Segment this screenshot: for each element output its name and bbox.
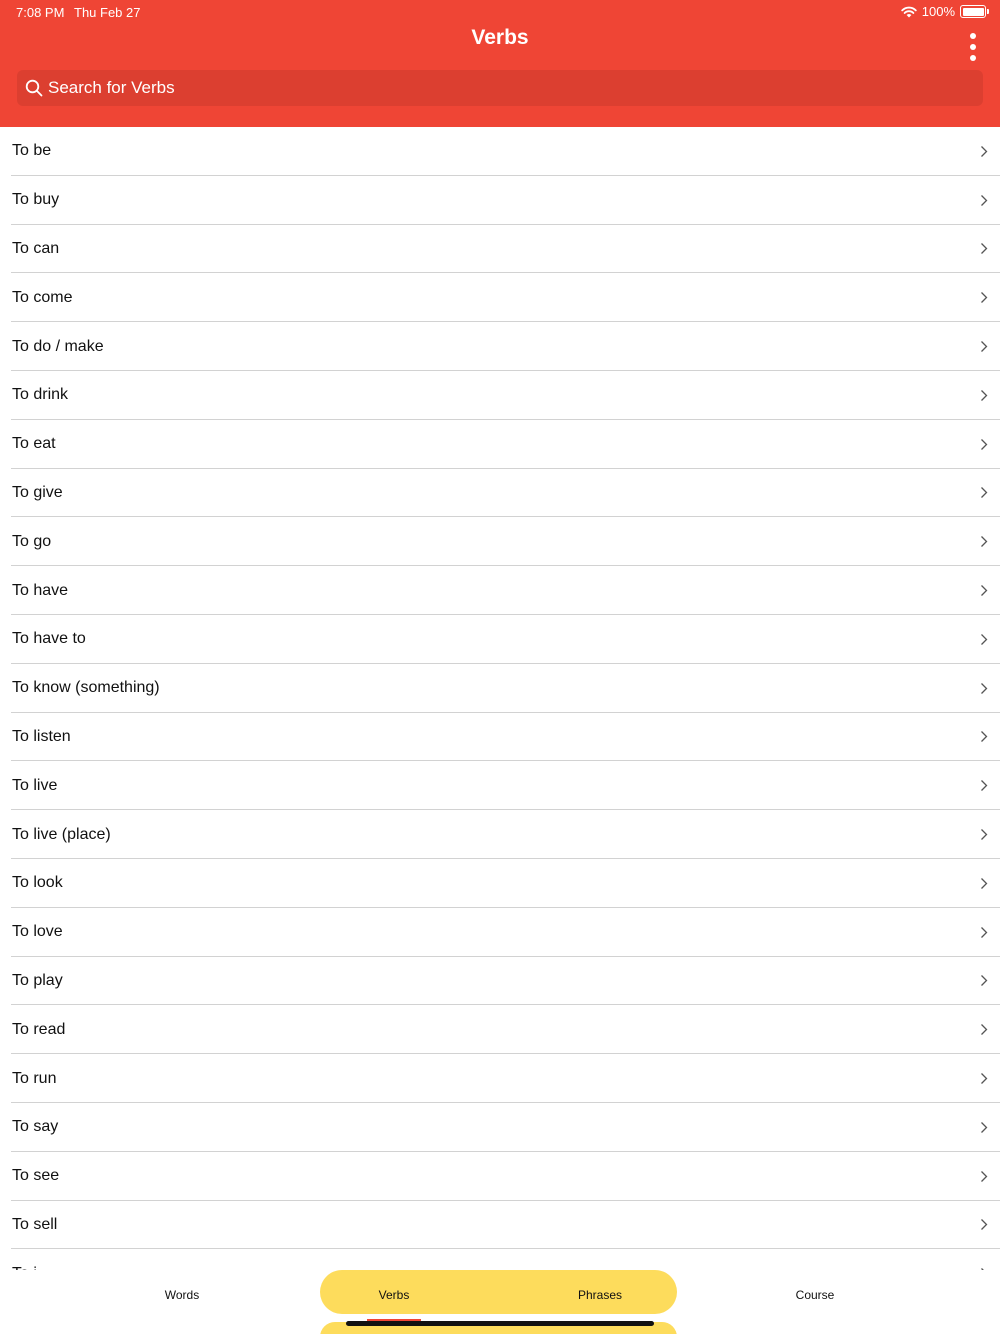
chevron-right-icon [981,292,988,304]
verb-list-item[interactable]: To buy [0,176,1000,225]
page-title: Verbs [471,26,529,49]
verb-list-item[interactable]: To j... [0,1249,1000,1270]
chevron-right-icon [981,341,988,353]
verb-label: To look [12,874,63,892]
verb-list-item[interactable]: To love [0,908,1000,957]
verb-label: To love [12,923,63,941]
verb-label: To sell [12,1215,58,1233]
verb-label: To see [12,1167,60,1185]
verb-label: To do / make [12,337,104,355]
verb-label: To give [12,483,63,501]
chevron-right-icon [981,243,988,255]
header: 7:08 PM Thu Feb 27 100% Verbs Search for… [0,0,1000,127]
verb-label: To drink [12,386,69,404]
verb-list-item[interactable]: To give [0,469,1000,518]
verb-list-item[interactable]: To have [0,566,1000,615]
verb-list-item[interactable]: To come [0,273,1000,322]
verb-list-item[interactable]: To read [0,1005,1000,1054]
verb-list-item[interactable]: To run [0,1054,1000,1103]
verb-list[interactable]: To be To buy To can To come To do / make To d… [0,127,1000,1270]
tab-words[interactable]: Words [165,1288,199,1302]
verb-label: To be [12,142,52,160]
verb-list-item[interactable]: To live [0,761,1000,810]
search-input[interactable]: Search for Verbs [17,70,983,106]
search-placeholder: Search for Verbs [48,78,175,97]
verb-label: To live [12,776,58,794]
verb-label: To listen [12,727,71,745]
more-dot [970,55,976,61]
verb-label: To can [12,239,60,257]
active-tab-highlight [320,1270,677,1314]
chevron-right-icon [981,389,988,401]
chevron-right-icon [981,975,988,987]
tab-phrases[interactable]: Phrases [578,1288,622,1302]
chevron-right-icon [981,1073,988,1084]
status-time: 7:08 PM [16,5,65,20]
verb-list-item[interactable]: To go [0,517,1000,566]
more-dot [970,44,976,50]
chevron-right-icon [981,1170,988,1182]
verb-label: To eat [12,435,56,453]
status-bar: 7:08 PM Thu Feb 27 100% [0,0,1000,24]
tab-bar: Words Verbs Phrases Course [0,1270,1000,1334]
chevron-right-icon [981,829,988,841]
status-date: Thu Feb 27 [74,5,141,20]
verb-label: To go [12,532,52,550]
battery-level [962,7,984,16]
battery-percent: 100% [921,4,955,19]
verb-list-item[interactable]: To eat [0,420,1000,469]
chevron-right-icon [981,487,988,499]
chevron-right-icon [981,877,988,889]
home-indicator [346,1321,654,1326]
verb-list-item[interactable]: To have to [0,615,1000,664]
chevron-right-icon [981,585,988,597]
verb-label: To come [12,288,73,306]
verb-label: To have [12,581,69,599]
chevron-right-icon [981,1121,988,1133]
verb-list-item[interactable]: To sell [0,1201,1000,1250]
verb-label: To buy [12,191,60,209]
more-vertical-icon [970,33,976,39]
chevron-right-icon [981,731,988,743]
verb-list-item[interactable]: To look [0,859,1000,908]
chevron-right-icon [981,1219,988,1231]
verb-label: To play [12,971,63,989]
verb-list-item[interactable]: To know (something) [0,664,1000,713]
chevron-right-icon [981,194,988,206]
verb-list-item[interactable]: To drink [0,371,1000,420]
more-options-button[interactable] [964,33,982,61]
verb-label: To read [12,1020,66,1038]
wifi-icon [901,6,917,17]
chevron-right-icon [981,145,988,157]
verb-label: To know (something) [12,679,160,697]
chevron-right-icon [981,633,988,645]
verb-list-item[interactable]: To say [0,1103,1000,1152]
verb-list-item[interactable]: To live (place) [0,810,1000,859]
verb-label: To run [12,1069,57,1087]
chevron-right-icon [981,926,988,938]
verb-list-item[interactable]: To play [0,957,1000,1006]
tab-course[interactable]: Course [796,1288,835,1302]
verb-label: To have to [12,630,86,648]
verb-list-item[interactable]: To be [0,127,1000,176]
search-icon [25,79,43,97]
verb-label: To live (place) [12,825,111,843]
verb-list-item[interactable]: To can [0,225,1000,274]
chevron-right-icon [981,682,988,694]
status-right: 100% [901,4,989,19]
verb-label: To say [12,1118,59,1136]
chevron-right-icon [981,536,988,548]
tab-verbs[interactable]: Verbs [379,1288,410,1302]
chevron-right-icon [981,438,988,450]
battery-icon [960,5,989,18]
verb-list-item[interactable]: To see [0,1152,1000,1201]
verb-list-item[interactable]: To listen [0,713,1000,762]
chevron-right-icon [981,1024,988,1036]
chevron-right-icon [981,780,988,792]
verb-list-item[interactable]: To do / make [0,322,1000,371]
